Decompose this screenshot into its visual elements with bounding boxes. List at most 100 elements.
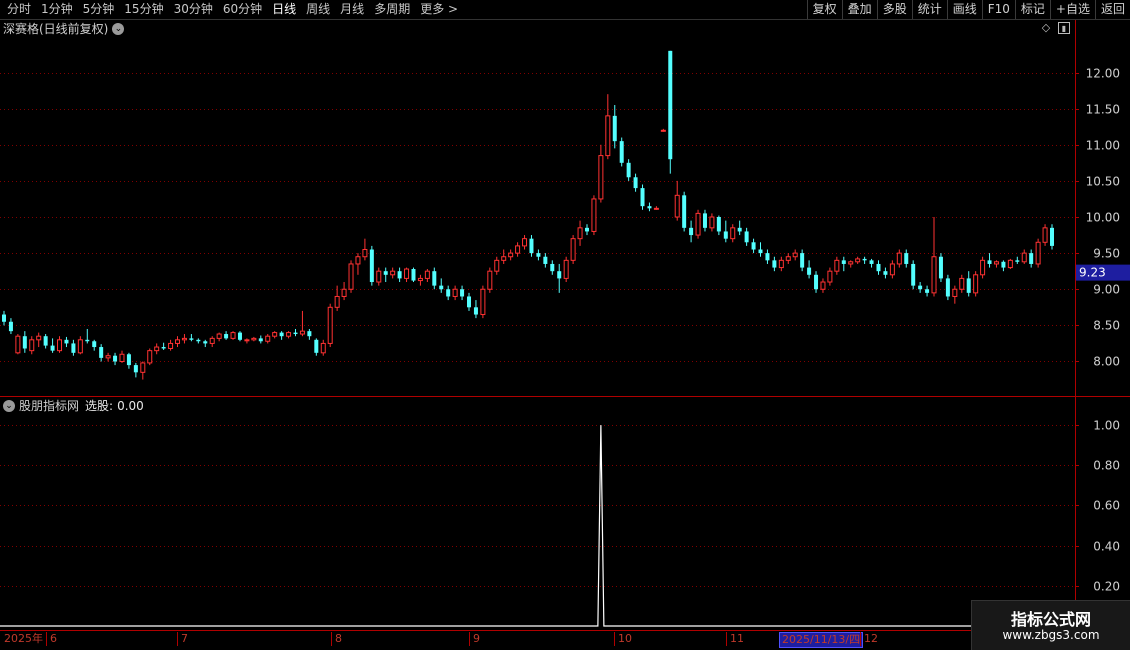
overlay-button[interactable]: 叠加 bbox=[841, 0, 877, 19]
chevron-down-icon[interactable]: ⌄ bbox=[3, 400, 15, 412]
candle-body bbox=[765, 253, 770, 261]
candle-body bbox=[945, 278, 950, 297]
candle bbox=[973, 271, 979, 297]
candle-body bbox=[390, 270, 396, 276]
tab-monthly[interactable]: 月线 bbox=[335, 0, 369, 19]
candle-body bbox=[203, 341, 208, 344]
candle-body bbox=[494, 259, 500, 272]
candle-body bbox=[411, 269, 416, 281]
y-tick-label: 0.80 bbox=[1093, 459, 1120, 473]
candle-body bbox=[598, 155, 604, 200]
tool-buttons: 复权 叠加 多股 统计 画线 F10 标记 +自选 返回 bbox=[806, 0, 1130, 19]
candlestick-chart[interactable]: 12.00 11.50 11.00 10.50 10.00 9.50 9.00 8.50 8.0… bbox=[0, 20, 1130, 397]
candle-body bbox=[446, 289, 451, 297]
candle-body bbox=[181, 337, 187, 341]
adjust-button[interactable]: 复权 bbox=[806, 0, 842, 19]
candle-body bbox=[980, 259, 986, 276]
candle-body bbox=[1029, 253, 1034, 264]
watermark: 指标公式网 www.zbgs3.com bbox=[971, 600, 1130, 650]
candle-body bbox=[834, 259, 840, 272]
candle-body bbox=[487, 270, 493, 290]
candle-body bbox=[501, 256, 507, 261]
candle-body bbox=[168, 342, 174, 349]
candle-body bbox=[876, 263, 881, 272]
watermark-name: 指标公式网 bbox=[1010, 610, 1091, 629]
candle-body bbox=[869, 260, 874, 264]
tab-5min[interactable]: 5分钟 bbox=[78, 0, 120, 19]
candle bbox=[411, 267, 416, 283]
candle-body bbox=[133, 365, 138, 373]
tab-60min[interactable]: 60分钟 bbox=[218, 0, 267, 19]
candle bbox=[591, 195, 597, 236]
candle-body bbox=[785, 256, 791, 261]
tab-weekly[interactable]: 周线 bbox=[301, 0, 335, 19]
indicator-series-label: 选股: bbox=[85, 399, 114, 413]
y-tick-label: 11.00 bbox=[1086, 139, 1120, 153]
mark-button[interactable]: 标记 bbox=[1014, 0, 1050, 19]
candle-body bbox=[626, 162, 631, 178]
candle bbox=[369, 245, 374, 286]
indicator-chart[interactable]: 1.00 0.80 0.60 0.40 0.20 bbox=[0, 397, 1130, 630]
candle-body bbox=[807, 267, 812, 275]
multi-stock-button[interactable]: 多股 bbox=[876, 0, 912, 19]
candle-body bbox=[896, 252, 902, 265]
candle-body bbox=[543, 256, 548, 264]
tab-1min[interactable]: 1分钟 bbox=[36, 0, 78, 19]
candle bbox=[945, 274, 950, 301]
candle-body bbox=[723, 231, 728, 239]
candle-body bbox=[71, 343, 76, 353]
tab-daily[interactable]: 日线 bbox=[267, 0, 301, 19]
candle bbox=[480, 285, 486, 319]
tab-intraday[interactable]: 分时 bbox=[2, 0, 36, 19]
candle-body bbox=[209, 337, 215, 344]
f10-button[interactable]: F10 bbox=[981, 0, 1015, 19]
candle-body bbox=[43, 336, 48, 346]
candle-body bbox=[966, 278, 971, 293]
candle-body bbox=[605, 115, 611, 157]
candle-body bbox=[674, 194, 680, 218]
y-tick-label: 9.00 bbox=[1093, 283, 1120, 297]
candle-body bbox=[751, 242, 756, 250]
candle-body bbox=[730, 227, 736, 240]
candle-body bbox=[36, 335, 42, 341]
candle-body bbox=[827, 270, 833, 283]
candle-body bbox=[987, 260, 992, 264]
candle-body bbox=[993, 261, 999, 265]
candle-body bbox=[931, 256, 937, 294]
candle-body bbox=[1042, 227, 1048, 243]
candle bbox=[640, 184, 645, 210]
draw-line-button[interactable]: 画线 bbox=[946, 0, 982, 19]
add-watchlist-button[interactable]: +自选 bbox=[1049, 0, 1095, 19]
candle-body bbox=[640, 188, 645, 207]
panel-layout-icon[interactable]: ▮ bbox=[1058, 22, 1070, 34]
candle bbox=[668, 50, 673, 174]
tab-more[interactable]: 更多 > bbox=[415, 0, 463, 19]
candle-body bbox=[126, 354, 131, 366]
candle bbox=[570, 235, 576, 264]
candle bbox=[327, 303, 333, 348]
candle-body bbox=[327, 306, 333, 344]
candle bbox=[1035, 238, 1041, 268]
chevron-down-icon[interactable]: ⌄ bbox=[112, 23, 125, 35]
time-label-jun: 6 bbox=[46, 632, 57, 646]
candle-body bbox=[452, 288, 458, 297]
y-tick-label: 1.00 bbox=[1093, 419, 1120, 433]
candle-body bbox=[695, 212, 701, 236]
candle-body bbox=[959, 277, 965, 290]
time-label-oct: 10 bbox=[614, 632, 632, 646]
candle bbox=[15, 334, 21, 355]
main-panel-title: 深赛格(日线前复权) ⌄ bbox=[3, 21, 125, 37]
tab-multi-period[interactable]: 多周期 bbox=[369, 0, 415, 19]
diamond-icon[interactable]: ◇ bbox=[1040, 22, 1052, 34]
candle-body bbox=[647, 206, 652, 209]
tab-15min[interactable]: 15分钟 bbox=[119, 0, 168, 19]
back-button[interactable]: 返回 bbox=[1094, 0, 1130, 19]
candle-body bbox=[1021, 252, 1027, 263]
statistics-button[interactable]: 统计 bbox=[911, 0, 947, 19]
candle bbox=[147, 348, 153, 366]
candle-body bbox=[557, 271, 562, 279]
y-tick-label: 0.20 bbox=[1093, 580, 1120, 594]
candle-body bbox=[716, 217, 721, 232]
candle-body bbox=[299, 330, 305, 335]
tab-30min[interactable]: 30分钟 bbox=[169, 0, 218, 19]
